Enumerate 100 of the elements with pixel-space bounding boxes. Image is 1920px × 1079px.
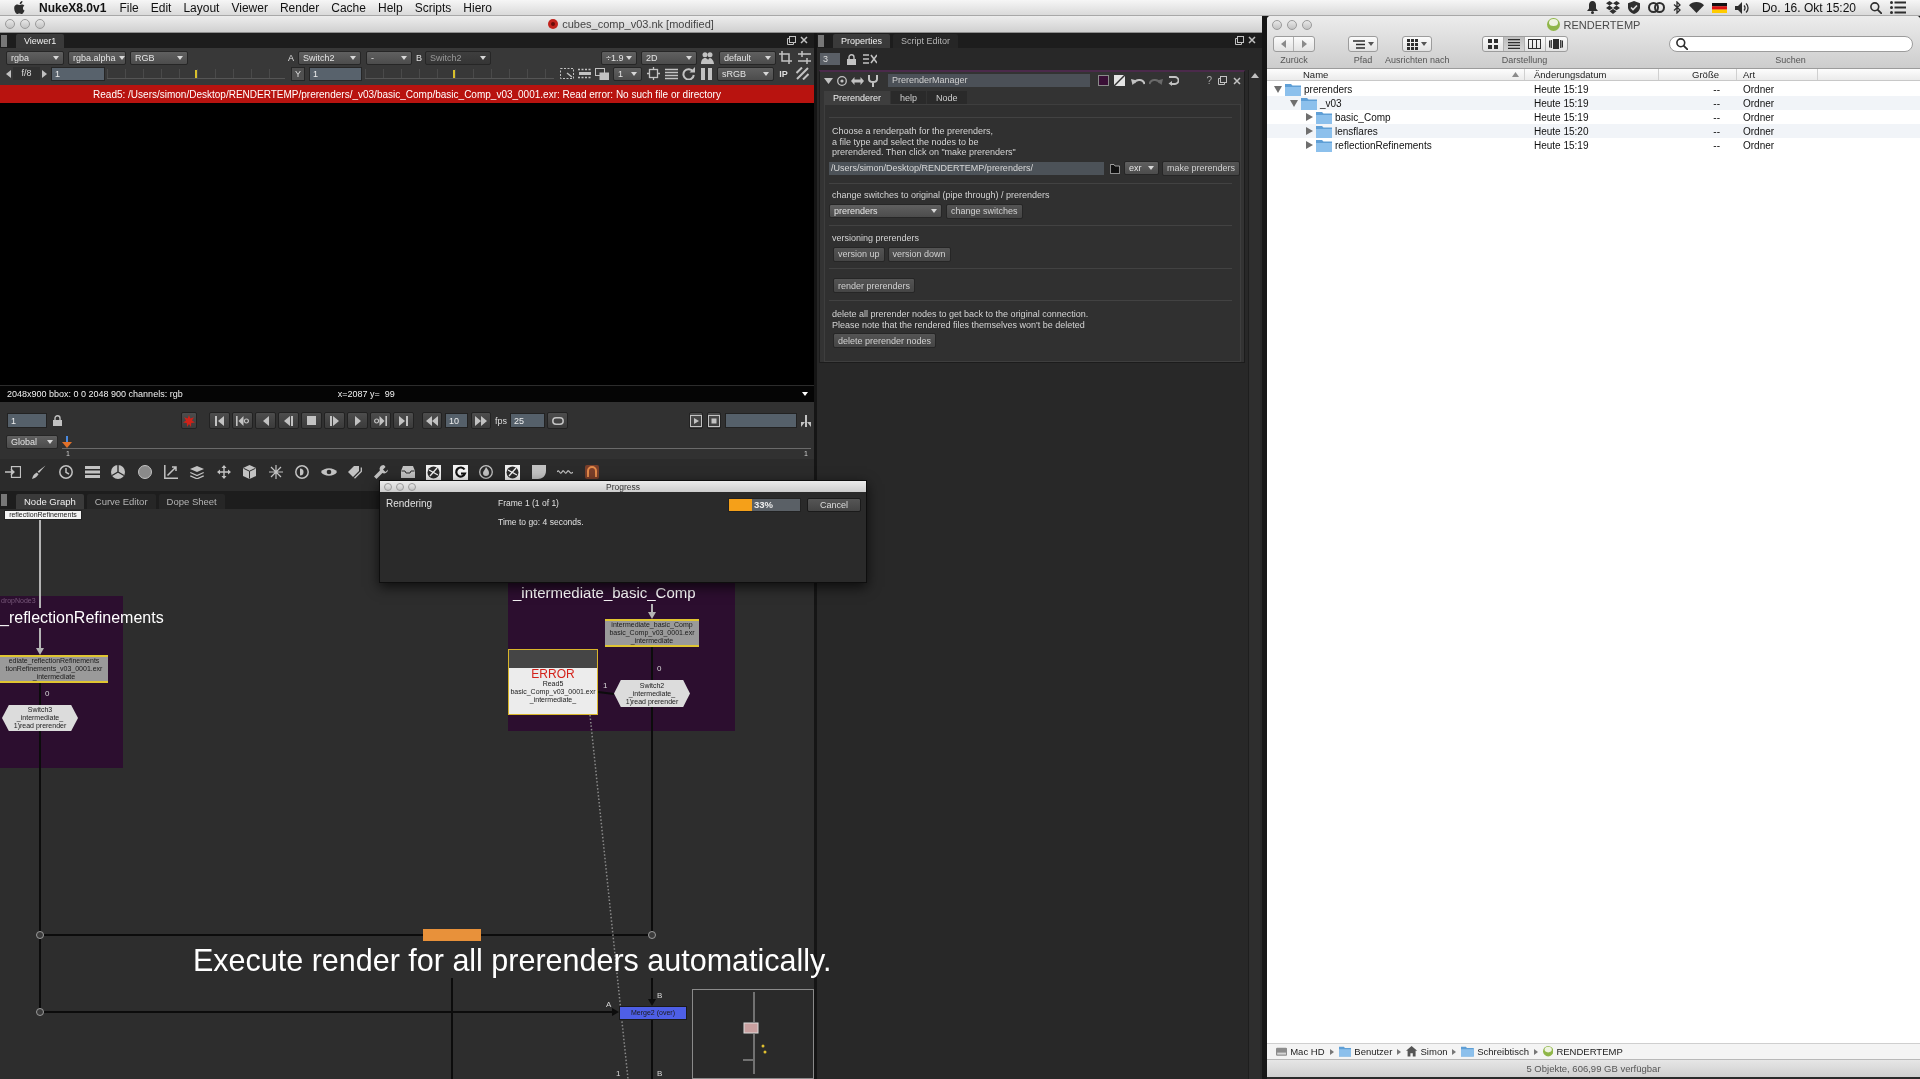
next-key-button[interactable] — [370, 412, 391, 429]
action-button[interactable]: make prerenders — [1162, 160, 1241, 176]
stripes-icon[interactable] — [796, 67, 809, 80]
channel-dropdown[interactable]: rgba.alpha — [68, 50, 126, 65]
file-row[interactable]: _v03 Heute 15:19 -- Ordner — [1267, 96, 1920, 110]
circle-dot-icon[interactable] — [837, 75, 847, 86]
windows-icon[interactable] — [595, 67, 609, 80]
disclosure-triangle-icon[interactable] — [1306, 141, 1313, 149]
color-swatch-icon[interactable] — [1098, 75, 1109, 86]
menu-item[interactable]: Viewer — [231, 0, 268, 15]
chart-arrow-icon[interactable] — [163, 465, 178, 479]
double-arrow-icon[interactable] — [851, 76, 864, 85]
lines-cross-icon[interactable] — [863, 54, 877, 64]
action-button[interactable]: change switches — [946, 203, 1023, 219]
menu-clock[interactable]: Do. 16. Okt 15:20 — [1761, 0, 1856, 15]
channel-dropdown[interactable]: RGB — [130, 50, 188, 65]
close-icon[interactable] — [800, 36, 808, 44]
float-icon[interactable] — [1235, 36, 1244, 45]
panel-handle-icon[interactable] — [1, 34, 7, 47]
cancel-button[interactable]: Cancel — [807, 498, 861, 512]
color-wheel-icon[interactable] — [111, 465, 126, 479]
colorspace-dropdown[interactable]: sRGB — [717, 66, 774, 81]
apple-icon[interactable] — [14, 1, 25, 14]
fps-field[interactable]: 25 — [510, 413, 545, 428]
node-tab[interactable]: help — [891, 91, 927, 104]
cube-icon[interactable] — [243, 465, 257, 479]
minimap[interactable] — [692, 989, 814, 1079]
timeline-track[interactable] — [62, 435, 811, 449]
play-backward-button[interactable] — [278, 412, 299, 429]
wave-icon[interactable] — [557, 468, 574, 476]
help-button[interactable]: ? — [1206, 75, 1212, 86]
menu-item[interactable]: Cache — [331, 0, 366, 15]
path-button[interactable] — [1348, 36, 1378, 52]
drop-icon[interactable] — [479, 465, 494, 479]
panel-tab[interactable]: Script Editor — [893, 34, 959, 48]
dot-node[interactable] — [648, 931, 656, 939]
shield-check-icon[interactable] — [1627, 1, 1640, 14]
column-header[interactable]: Art — [1737, 69, 1818, 80]
menu-item[interactable]: Layout — [183, 0, 220, 15]
lut-dropdown[interactable]: default — [719, 50, 776, 65]
ip-button[interactable]: IP — [777, 66, 790, 81]
arch-icon[interactable] — [584, 465, 599, 479]
flag-icon[interactable] — [1711, 2, 1727, 13]
action-button[interactable]: version down — [887, 246, 951, 262]
move-icon[interactable] — [216, 465, 231, 479]
close-icon[interactable] — [1233, 76, 1241, 85]
slider-handle[interactable] — [452, 69, 455, 78]
playhead[interactable] — [62, 436, 72, 448]
proxy-dropdown[interactable]: 1 — [613, 66, 642, 81]
speaker-icon[interactable] — [1734, 1, 1749, 14]
range-field[interactable] — [725, 413, 797, 428]
half-disc-ring-icon[interactable] — [295, 465, 310, 479]
g-icon[interactable] — [452, 464, 468, 480]
left-arrow-icon[interactable] — [6, 69, 11, 78]
eye-icon[interactable] — [320, 467, 337, 477]
panel-tab[interactable]: Dope Sheet — [158, 494, 225, 509]
action-button[interactable]: delete prerender nodes — [833, 333, 937, 348]
record-button[interactable] — [181, 412, 197, 429]
lines-icon[interactable] — [665, 67, 678, 80]
brush-icon[interactable] — [32, 465, 47, 479]
node-tab[interactable]: Prerenderer — [824, 91, 891, 104]
layers-icon[interactable] — [190, 465, 205, 479]
refresh-icon[interactable] — [682, 67, 695, 80]
mode-dropdown[interactable]: prerenders — [829, 204, 942, 218]
previous-key-button[interactable] — [232, 412, 253, 429]
pause-icon[interactable] — [701, 67, 712, 80]
collapse-icon[interactable] — [824, 77, 833, 84]
view-button[interactable] — [1503, 37, 1525, 51]
dashed-lines-icon[interactable] — [578, 68, 592, 79]
wifi-icon[interactable] — [1688, 2, 1704, 13]
fork-icon[interactable] — [868, 74, 878, 87]
gamma-slider[interactable] — [365, 68, 554, 79]
input-dropdown[interactable]: Switch2 — [298, 50, 361, 65]
right-arrow-icon[interactable] — [42, 69, 47, 78]
scrollbar[interactable] — [1248, 70, 1260, 1079]
path-item[interactable]: Benutzer — [1338, 1046, 1393, 1057]
gain-field[interactable]: 1 — [51, 66, 105, 81]
node-tab[interactable]: Node — [927, 91, 967, 104]
path-item[interactable]: Simon — [1406, 1046, 1448, 1057]
crossed-circle-icon[interactable] — [426, 464, 442, 480]
circle-icon[interactable] — [137, 465, 152, 479]
gamma-button[interactable]: Y — [291, 66, 305, 81]
search-icon[interactable] — [1870, 1, 1882, 14]
menu-item[interactable]: Scripts — [414, 0, 452, 15]
list-icon[interactable] — [1890, 1, 1906, 14]
region-icon[interactable] — [560, 68, 574, 79]
disclosure-triangle-icon[interactable] — [1290, 99, 1298, 107]
dot-node[interactable] — [36, 1008, 44, 1016]
stop-button[interactable] — [301, 412, 322, 429]
slider-handle[interactable] — [195, 69, 197, 78]
capture-button[interactable] — [707, 412, 721, 429]
rings-icon[interactable] — [1647, 2, 1665, 13]
panel-tab[interactable]: Curve Editor — [86, 494, 156, 509]
menu-item[interactable]: Hiero — [463, 0, 493, 15]
file-row[interactable]: lensflares Heute 15:20 -- Ordner — [1267, 124, 1920, 138]
menu-item[interactable]: Render — [279, 0, 320, 15]
target-icon[interactable] — [647, 67, 660, 80]
panel-tab[interactable]: Node Graph — [16, 494, 84, 509]
rewind-button[interactable] — [422, 412, 442, 429]
close-icon[interactable] — [1248, 36, 1256, 44]
